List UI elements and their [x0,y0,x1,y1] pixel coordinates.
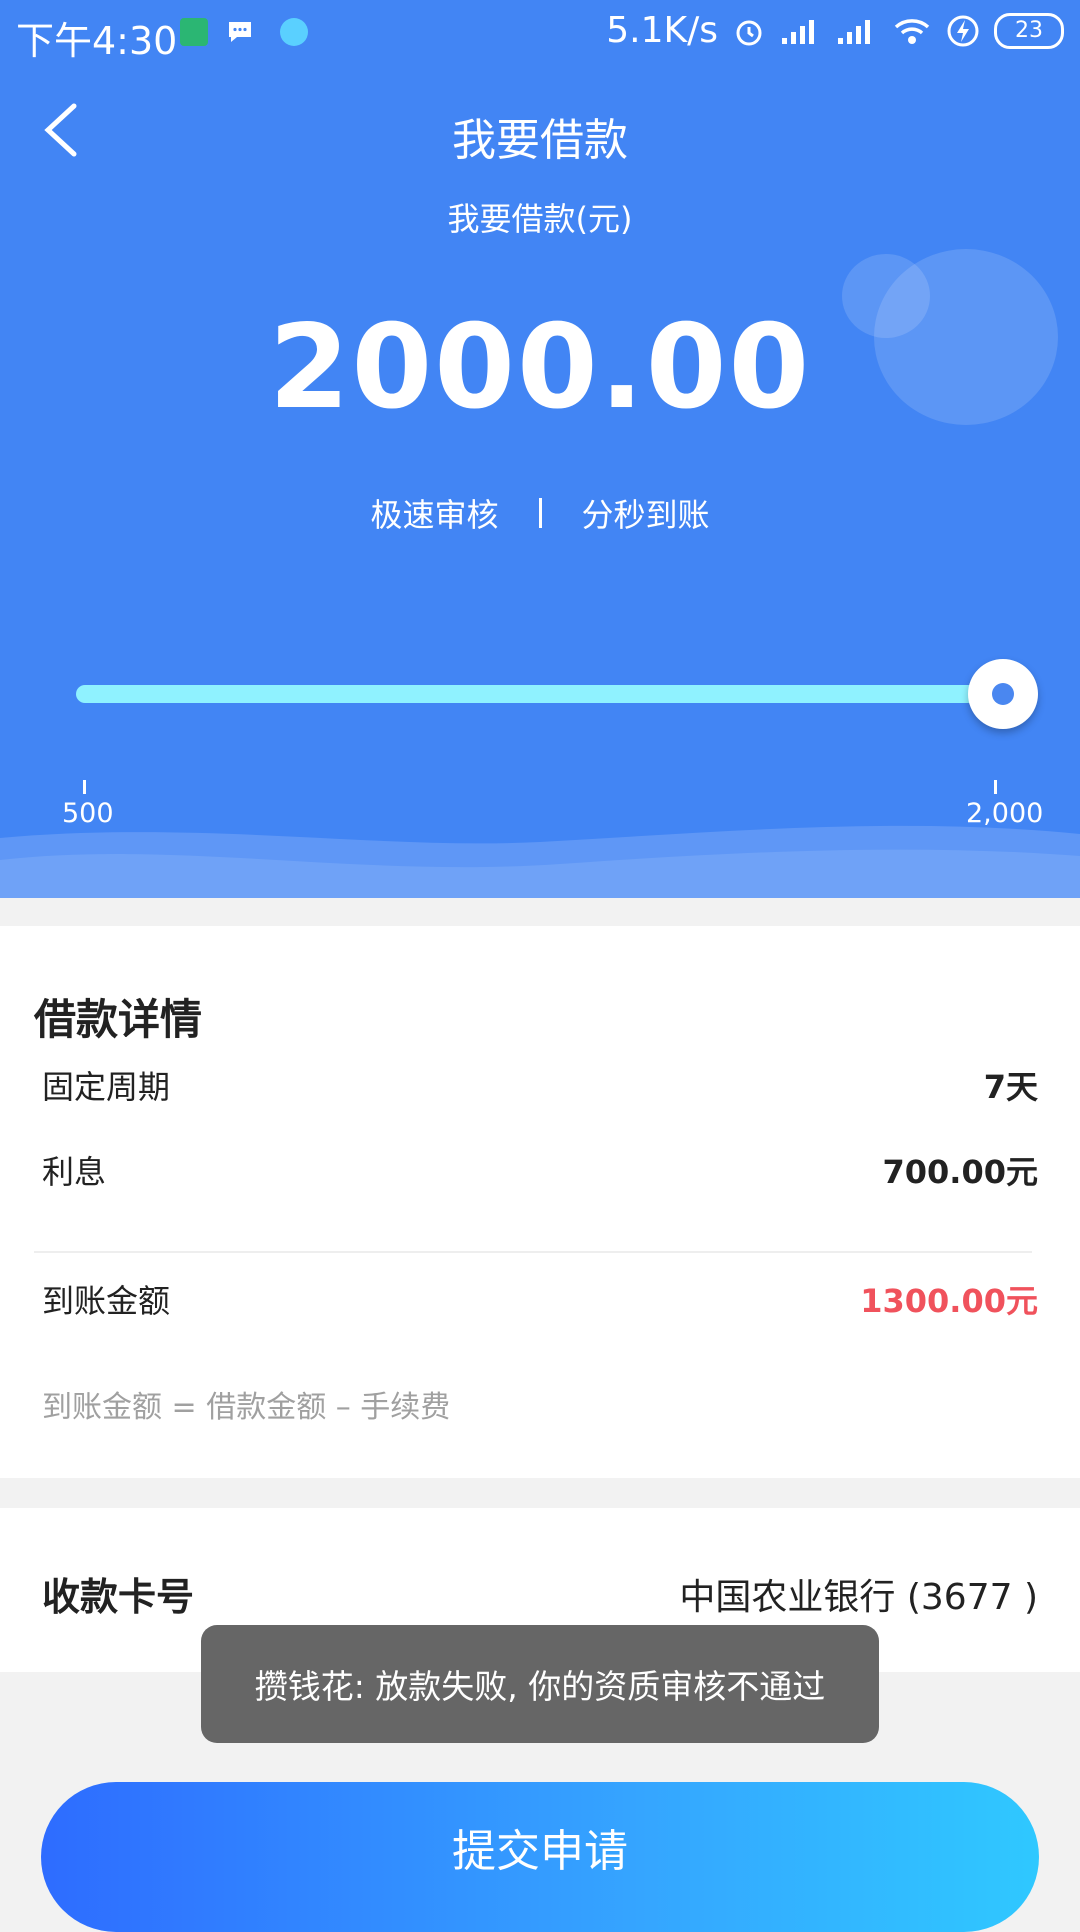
slider-handle-dot [992,683,1014,705]
charging-icon [947,15,979,46]
amount-caption: 我要借款(元) [447,200,633,238]
received-formula: 到账金额 = 借款金额 – 手续费 [42,1390,451,1425]
battery-level: 23 [1015,18,1043,43]
hero-panel: 下午4:30 5.1K/s 23 我要借款 我要借款(元) 2000.00 极速… [0,0,1080,898]
signal-icon [838,19,870,44]
alarm-icon [736,20,762,45]
loan-amount: 2000.00 [268,300,812,435]
decor-wave [0,825,1080,898]
message-icon [229,22,251,42]
received-row: 到账金额 1300.00元 [42,1276,1038,1322]
period-row: 固定周期 7天 [42,1062,1038,1108]
status-bar: 下午4:30 5.1K/s 23 [0,0,1080,66]
details-section-title: 借款详情 [34,995,203,1044]
toast-message: 攒钱花: 放款失败, 你的资质审核不通过 [254,1667,826,1706]
feature-divider [538,498,542,528]
download-notification-icon [180,18,208,46]
received-value: 1300.00元 [860,1282,1038,1320]
interest-label: 利息 [42,1153,107,1191]
signal-icon [782,19,814,44]
feature-instant-arrival: 分秒到账 [581,496,710,534]
period-label: 固定周期 [42,1068,171,1106]
battery-icon: 23 [994,12,1064,49]
status-right: 5.1K/s 23 [606,10,1064,51]
slider-min-tick [83,780,86,794]
app-notification-icon [280,18,308,46]
feature-fast-review: 极速审核 [370,496,499,534]
page-title: 我要借款 [452,115,628,166]
received-label: 到账金额 [42,1282,171,1320]
period-value: 7天 [983,1068,1038,1106]
slider-max-tick [994,780,997,794]
submit-application-button[interactable]: 提交申请 [41,1782,1039,1932]
amount-slider-handle[interactable] [968,659,1038,729]
interest-row: 利息 700.00元 [42,1147,1038,1193]
details-divider [34,1251,1032,1253]
receiving-card-value: 中国农业银行 (3677 ) [679,1577,1038,1618]
network-speed: 5.1K/s [606,10,718,51]
error-toast: 攒钱花: 放款失败, 你的资质审核不通过 [201,1625,879,1743]
loan-details-card: 借款详情 固定周期 7天 利息 700.00元 到账金额 1300.00元 到账… [0,926,1080,1478]
receiving-card-label: 收款卡号 [42,1575,195,1619]
feature-tags: 极速审核 分秒到账 [0,490,1080,536]
status-time: 下午4:30 [16,19,178,63]
wifi-icon [894,18,930,44]
amount-slider-track[interactable] [76,685,1006,703]
interest-value: 700.00元 [882,1153,1039,1191]
